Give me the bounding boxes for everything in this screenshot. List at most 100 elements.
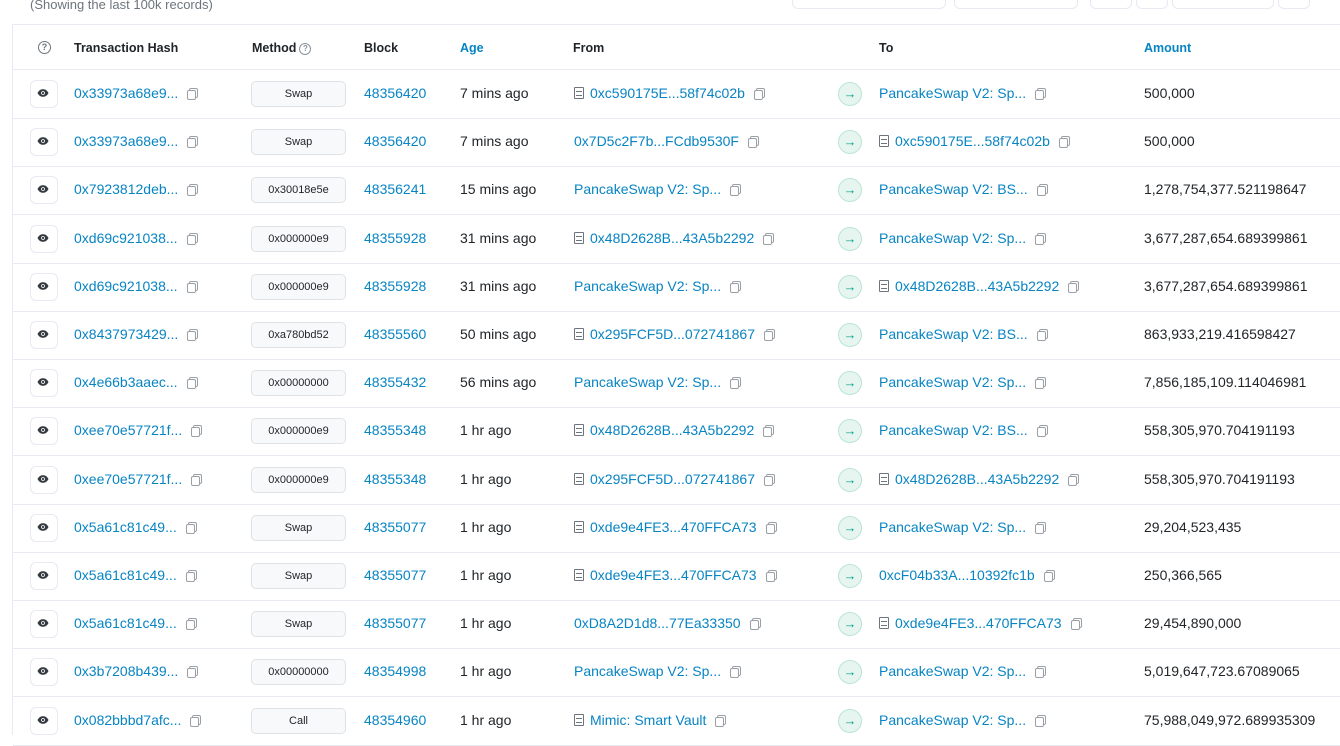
block-link[interactable]: 48355560 xyxy=(364,326,426,342)
copy-icon[interactable] xyxy=(1035,714,1047,727)
help-icon[interactable]: ? xyxy=(38,41,51,54)
to-address-link[interactable]: PancakeSwap V2: Sp... xyxy=(879,712,1026,728)
tx-hash-link[interactable]: 0x4e66b3aaec... xyxy=(74,374,178,390)
copy-icon[interactable] xyxy=(753,88,765,100)
tx-hash-link[interactable]: 0xee70e57721f... xyxy=(74,422,182,438)
toolbar-control[interactable] xyxy=(1172,0,1274,9)
copy-icon[interactable] xyxy=(187,184,199,197)
copy-icon[interactable] xyxy=(730,666,742,679)
column-header-amount[interactable]: Amount xyxy=(1144,41,1191,55)
from-address-link[interactable]: PancakeSwap V2: Sp... xyxy=(574,278,721,294)
copy-icon[interactable] xyxy=(1036,425,1048,438)
view-details-button[interactable] xyxy=(30,417,58,446)
toolbar-control[interactable] xyxy=(954,0,1078,9)
copy-icon[interactable] xyxy=(763,232,775,245)
block-link[interactable]: 48355077 xyxy=(364,519,426,535)
view-details-button[interactable] xyxy=(30,706,58,735)
copy-icon[interactable] xyxy=(185,521,197,534)
copy-icon[interactable] xyxy=(1068,473,1080,486)
copy-icon[interactable] xyxy=(1043,570,1055,582)
toolbar-control[interactable] xyxy=(1136,0,1168,9)
tx-hash-link[interactable]: 0x5a61c81c49... xyxy=(74,519,177,535)
view-details-button[interactable] xyxy=(30,80,58,108)
block-link[interactable]: 48355077 xyxy=(364,615,426,631)
copy-icon[interactable] xyxy=(749,618,761,631)
copy-icon[interactable] xyxy=(1035,666,1047,679)
from-address-link[interactable]: 0xde9e4FE3...470FFCA73 xyxy=(590,567,757,583)
tx-hash-link[interactable]: 0xd69c921038... xyxy=(74,230,178,246)
to-address-link[interactable]: 0x48D2628B...43A5b2292 xyxy=(895,471,1059,487)
tx-hash-link[interactable]: 0x8437973429... xyxy=(74,326,178,342)
from-address-link[interactable]: PancakeSwap V2: Sp... xyxy=(574,663,721,679)
tx-hash-link[interactable]: 0x33973a68e9... xyxy=(74,85,178,101)
block-link[interactable]: 48355348 xyxy=(364,422,426,438)
block-link[interactable]: 48356420 xyxy=(364,133,426,149)
copy-icon[interactable] xyxy=(747,136,759,149)
to-address-link[interactable]: PancakeSwap V2: Sp... xyxy=(879,230,1026,246)
copy-icon[interactable] xyxy=(763,425,775,438)
view-details-button[interactable] xyxy=(30,465,58,494)
block-link[interactable]: 48354960 xyxy=(364,712,426,728)
copy-icon[interactable] xyxy=(730,184,742,197)
view-details-button[interactable] xyxy=(30,321,58,349)
copy-icon[interactable] xyxy=(185,618,197,631)
from-address-link[interactable]: 0xc590175E...58f74c02b xyxy=(590,85,745,101)
copy-icon[interactable] xyxy=(187,136,199,149)
view-details-button[interactable] xyxy=(30,369,58,398)
tx-hash-link[interactable]: 0x3b7208b439... xyxy=(74,663,178,679)
block-link[interactable]: 48355348 xyxy=(364,471,426,487)
to-address-link[interactable]: PancakeSwap V2: Sp... xyxy=(879,519,1026,535)
copy-icon[interactable] xyxy=(764,329,775,341)
toolbar-control[interactable] xyxy=(792,0,946,9)
copy-icon[interactable] xyxy=(191,425,203,438)
to-address-link[interactable]: 0xde9e4FE3...470FFCA73 xyxy=(895,615,1062,631)
to-address-link[interactable]: PancakeSwap V2: BS... xyxy=(879,326,1028,342)
view-details-button[interactable] xyxy=(30,272,58,301)
tx-hash-link[interactable]: 0x5a61c81c49... xyxy=(74,615,177,631)
from-address-link[interactable]: 0x48D2628B...43A5b2292 xyxy=(590,422,754,438)
view-details-button[interactable] xyxy=(30,128,58,157)
copy-icon[interactable] xyxy=(1035,88,1047,100)
copy-icon[interactable] xyxy=(1035,521,1047,534)
block-link[interactable]: 48355928 xyxy=(364,278,426,294)
from-address-link[interactable]: 0x48D2628B...43A5b2292 xyxy=(590,230,754,246)
copy-icon[interactable] xyxy=(715,714,727,727)
copy-icon[interactable] xyxy=(1058,136,1070,149)
tx-hash-link[interactable]: 0x082bbbd7afc... xyxy=(74,712,181,728)
block-link[interactable]: 48354998 xyxy=(364,663,426,679)
to-address-link[interactable]: PancakeSwap V2: BS... xyxy=(879,422,1028,438)
copy-icon[interactable] xyxy=(765,521,777,534)
tx-hash-link[interactable]: 0x5a61c81c49... xyxy=(74,567,177,583)
from-address-link[interactable]: PancakeSwap V2: Sp... xyxy=(574,181,721,197)
tx-hash-link[interactable]: 0x7923812deb... xyxy=(74,181,178,197)
copy-icon[interactable] xyxy=(186,232,198,245)
toolbar-control[interactable] xyxy=(1090,0,1132,9)
view-details-button[interactable] xyxy=(30,513,58,542)
copy-icon[interactable] xyxy=(186,377,198,390)
copy-icon[interactable] xyxy=(187,88,199,100)
copy-icon[interactable] xyxy=(185,570,197,582)
from-address-link[interactable]: PancakeSwap V2: Sp... xyxy=(574,374,721,390)
tx-hash-link[interactable]: 0xee70e57721f... xyxy=(74,471,182,487)
to-address-link[interactable]: 0x48D2628B...43A5b2292 xyxy=(895,278,1059,294)
view-details-button[interactable] xyxy=(30,658,58,687)
copy-icon[interactable] xyxy=(1068,280,1080,293)
from-address-link[interactable]: 0x295FCF5D...072741867 xyxy=(590,471,755,487)
toolbar-control[interactable] xyxy=(1278,0,1310,9)
to-address-link[interactable]: PancakeSwap V2: Sp... xyxy=(879,374,1026,390)
column-header-age[interactable]: Age xyxy=(460,41,484,55)
copy-icon[interactable] xyxy=(765,570,777,582)
copy-icon[interactable] xyxy=(1070,618,1082,631)
from-address-link[interactable]: 0x295FCF5D...072741867 xyxy=(590,326,755,342)
block-link[interactable]: 48355077 xyxy=(364,567,426,583)
view-details-button[interactable] xyxy=(30,224,58,253)
from-address-link[interactable]: 0xD8A2D1d8...77Ea33350 xyxy=(574,615,741,631)
tx-hash-link[interactable]: 0xd69c921038... xyxy=(74,278,178,294)
to-address-link[interactable]: PancakeSwap V2: BS... xyxy=(879,181,1028,197)
copy-icon[interactable] xyxy=(186,280,198,293)
view-details-button[interactable] xyxy=(30,176,58,205)
block-link[interactable]: 48356420 xyxy=(364,85,426,101)
to-address-link[interactable]: PancakeSwap V2: Sp... xyxy=(879,663,1026,679)
block-link[interactable]: 48355928 xyxy=(364,230,426,246)
from-address-link[interactable]: 0x7D5c2F7b...FCdb9530F xyxy=(574,133,739,149)
